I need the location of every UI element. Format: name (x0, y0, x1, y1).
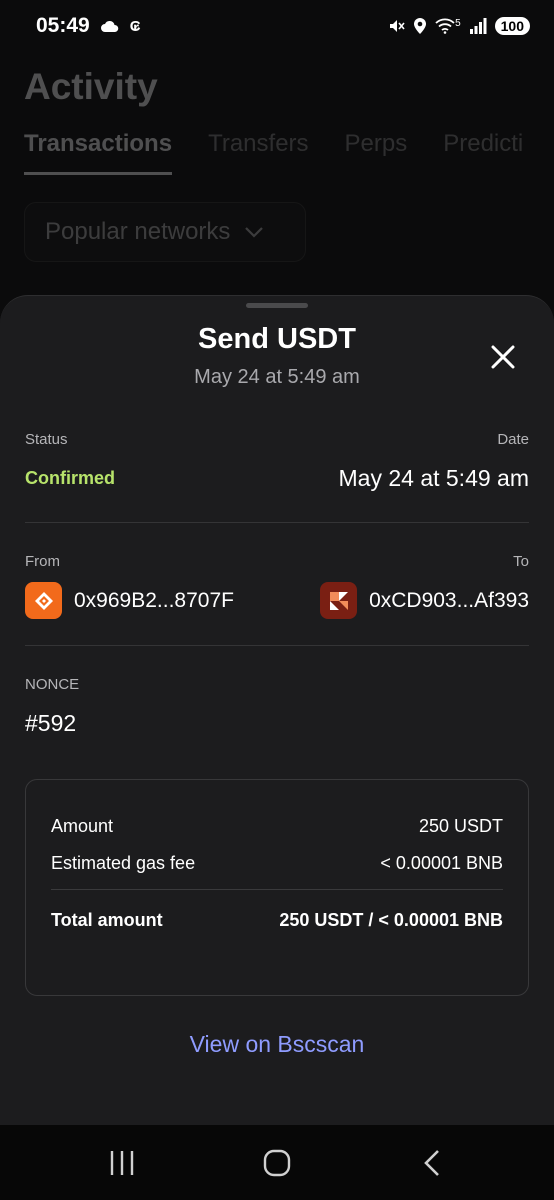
total-row: Total amount 250 USDT / < 0.00001 BNB (51, 910, 503, 931)
total-label: Total amount (51, 910, 163, 930)
gas-fee-label: Estimated gas fee (51, 853, 196, 873)
to-address-text: 0xCD903...Af393 (369, 588, 529, 612)
activity-tabs: Transactions Transfers Perps Predicti (24, 130, 523, 175)
cloud-icon (100, 20, 118, 32)
summary-divider (51, 889, 503, 890)
divider (25, 645, 529, 646)
clock: 05:49 (36, 14, 90, 37)
chevron-down-icon (245, 227, 264, 238)
tab-predictions[interactable]: Predicti (443, 130, 523, 175)
status-left: 05:49 ₢ (36, 14, 141, 38)
sheet-subtitle: May 24 at 5:49 am (194, 366, 360, 388)
background-activity-page: Activity Transactions Transfers Perps Pr… (0, 52, 554, 302)
amount-label: Amount (51, 816, 114, 836)
to-address[interactable]: 0xCD903...Af393 (320, 582, 529, 619)
close-icon[interactable] (488, 342, 518, 372)
view-on-bscscan-link[interactable]: View on Bscscan (0, 1031, 554, 1058)
transaction-detail-sheet: Send USDT May 24 at 5:49 am Status Date … (0, 295, 554, 1125)
wifi-indicator: 5 (435, 18, 461, 34)
network-label: 5 (455, 18, 461, 29)
from-label: From (25, 553, 60, 570)
sheet-title: Send USDT (198, 323, 356, 355)
status-value: Confirmed (25, 468, 115, 488)
date-label: Date (497, 431, 529, 448)
home-icon[interactable] (261, 1147, 293, 1179)
mute-icon (390, 20, 405, 32)
from-address[interactable]: 0x969B2...8707F (25, 582, 234, 619)
wifi-icon (435, 18, 455, 34)
from-address-text: 0x969B2...8707F (74, 588, 234, 612)
to-label: To (513, 553, 529, 570)
status-extra: ₢ (129, 17, 141, 35)
back-icon[interactable] (420, 1147, 444, 1179)
status-bar: 05:49 ₢ 5 100 (0, 0, 554, 52)
gas-fee-row: Estimated gas fee < 0.00001 BNB (51, 853, 503, 874)
total-value: 250 USDT / < 0.00001 BNB (279, 910, 503, 930)
gas-fee-value: < 0.00001 BNB (380, 853, 503, 873)
location-icon (414, 18, 427, 34)
nonce-value: #592 (25, 710, 77, 736)
sheet-grabber[interactable] (246, 303, 308, 308)
recipient-avatar-icon (320, 582, 358, 619)
signal-icon (469, 18, 487, 34)
network-select-label: Popular networks (45, 218, 231, 245)
recents-icon[interactable] (108, 1147, 136, 1179)
amount-summary-card: Amount 250 USDT Estimated gas fee < 0.00… (25, 779, 529, 996)
wallet-avatar-icon (25, 582, 62, 619)
network-select[interactable]: Popular networks (24, 202, 306, 262)
date-value: May 24 at 5:49 am (338, 465, 530, 491)
nonce-label: NONCE (25, 676, 80, 693)
tab-transfers[interactable]: Transfers (208, 130, 308, 175)
page-title: Activity (24, 66, 158, 107)
system-nav-bar (0, 1125, 554, 1200)
amount-value: 250 USDT (418, 816, 503, 836)
status-label: Status (25, 431, 68, 448)
tab-transactions[interactable]: Transactions (24, 130, 173, 175)
battery-level: 100 (494, 17, 530, 35)
divider (25, 522, 529, 523)
amount-row: Amount 250 USDT (51, 816, 503, 837)
status-right: 5 100 (387, 17, 530, 35)
tab-perps[interactable]: Perps (345, 130, 408, 175)
